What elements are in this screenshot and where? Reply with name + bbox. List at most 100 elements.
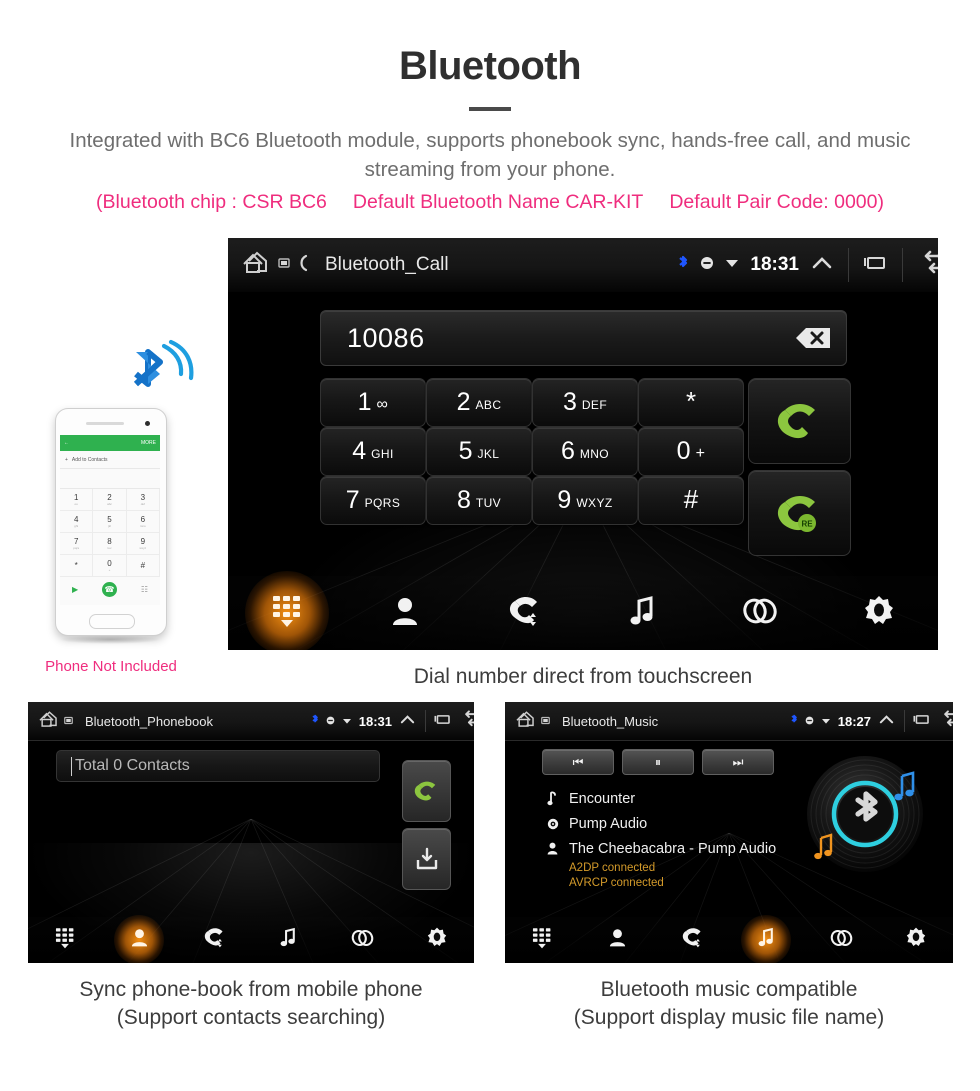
key-8[interactable]: 8 TUV <box>426 476 532 525</box>
phone-key: 7 pqrs <box>60 533 94 555</box>
recents-icon[interactable] <box>433 713 452 730</box>
contact-icon <box>608 927 627 953</box>
track-note-icon <box>547 791 569 806</box>
call-log-icon <box>202 927 226 953</box>
number-input-value[interactable]: 10086 <box>347 323 425 354</box>
nav-call-log[interactable] <box>654 917 729 963</box>
nav-music[interactable] <box>251 917 325 963</box>
call-button[interactable] <box>748 378 851 464</box>
nav-link[interactable] <box>701 576 819 650</box>
music-caption: Bluetooth music compatible (Support disp… <box>498 976 960 1032</box>
key-hash[interactable]: # <box>638 476 744 525</box>
key-digit: 7 <box>345 486 360 514</box>
phonebook-statusbar: Bluetooth_Phonebook 18:31 <box>28 702 474 741</box>
redial-button[interactable]: RE <box>748 470 851 556</box>
nav-dialpad[interactable] <box>505 917 580 963</box>
key-digit: 3 <box>562 388 577 416</box>
home-icon[interactable] <box>514 710 536 733</box>
phonebook-statusbar-right: 18:31 <box>304 710 474 732</box>
mute-icon <box>805 713 814 729</box>
dialpad-icon <box>54 926 76 955</box>
key-3[interactable]: 3 DEF <box>532 378 638 427</box>
bluetooth-icon <box>311 713 319 730</box>
key-4[interactable]: 4 GHI <box>320 427 426 476</box>
music-note-icon <box>628 595 656 632</box>
bluetooth-call-screen[interactable]: Bluetooth_Call 18:31 10086 1 ∞ 2 ABC 3 D… <box>228 238 938 650</box>
nav-dialpad[interactable] <box>28 917 102 963</box>
backspace-icon[interactable] <box>782 324 832 352</box>
back-icon[interactable] <box>938 710 953 732</box>
nav-call-log[interactable] <box>465 576 583 650</box>
chevron-up-icon[interactable] <box>810 254 834 276</box>
phone-key: 5 jkl <box>93 511 127 533</box>
nav-call-log[interactable] <box>177 917 251 963</box>
nav-settings[interactable] <box>878 917 953 963</box>
pause-button[interactable]: ⏸ <box>622 749 694 775</box>
home-icon[interactable] <box>37 710 59 733</box>
phone-key-sub: + <box>108 568 111 572</box>
key-5[interactable]: 5 JKL <box>426 427 532 476</box>
nav-music[interactable] <box>583 576 701 650</box>
nav-contacts[interactable] <box>346 576 464 650</box>
nav-link[interactable] <box>804 917 879 963</box>
music-caption-line1: Bluetooth music compatible <box>600 978 858 1001</box>
recents-icon[interactable] <box>912 713 931 730</box>
intro-text: Integrated with BC6 Bluetooth module, su… <box>69 129 911 181</box>
track-artist: The Cheebacabra - Pump Audio <box>569 840 777 857</box>
bluetooth-phonebook-screen[interactable]: Bluetooth_Phonebook 18:31 Total 0 Contac… <box>28 702 474 963</box>
key-subtext: TUV <box>475 495 502 510</box>
chevron-up-icon[interactable] <box>399 713 416 730</box>
sdcard-icon <box>278 257 290 273</box>
back-icon[interactable] <box>459 710 474 732</box>
call-navbar[interactable] <box>228 576 938 650</box>
bluetooth-music-screen[interactable]: Bluetooth_Music 18:27 ⏮ ⏸ ⏭ Encounter Pu… <box>505 702 953 963</box>
text-caret <box>71 756 72 776</box>
key-subtext: GHI <box>371 446 394 461</box>
download-contacts-button[interactable] <box>402 828 451 890</box>
key-9[interactable]: 9 WXYZ <box>532 476 638 525</box>
home-icon[interactable] <box>240 250 270 280</box>
nav-dialpad[interactable] <box>228 576 346 650</box>
statusbar-divider <box>848 248 849 282</box>
key-2[interactable]: 2 ABC <box>426 378 532 427</box>
nav-settings[interactable] <box>820 576 938 650</box>
mute-icon <box>326 713 335 729</box>
key-0[interactable]: 0 + <box>638 427 744 476</box>
pause-icon: ⏸ <box>654 754 661 769</box>
key-star[interactable]: * <box>638 378 744 427</box>
phone-key: * <box>60 555 94 577</box>
recents-icon[interactable] <box>862 254 888 276</box>
key-subtext: ABC <box>475 397 502 412</box>
phone-keypad-toggle-icon: ☷ <box>140 584 149 594</box>
chevron-up-icon[interactable] <box>878 713 895 730</box>
key-6[interactable]: 6 MNO <box>532 427 638 476</box>
phonebook-navbar[interactable] <box>28 917 474 963</box>
key-subtext: PQRS <box>364 495 401 510</box>
contacts-search-input[interactable]: Total 0 Contacts <box>56 750 380 782</box>
phonebook-call-button[interactable] <box>402 760 451 822</box>
phone-key-sub: jkl <box>108 524 111 528</box>
nav-link[interactable] <box>325 917 399 963</box>
music-navbar[interactable] <box>505 917 953 963</box>
phone-key-digit: 3 <box>140 493 146 502</box>
key-7[interactable]: 7 PQRS <box>320 476 426 525</box>
nav-contacts[interactable] <box>102 917 176 963</box>
phone-key: 8 tuv <box>93 533 127 555</box>
music-transport-controls[interactable]: ⏮ ⏸ ⏭ <box>542 749 774 775</box>
key-subtext: + <box>695 444 706 462</box>
number-input-field[interactable]: 10086 <box>320 310 847 366</box>
next-track-button[interactable]: ⏭ <box>702 749 774 775</box>
avrcp-status: AVRCP connected <box>569 877 664 889</box>
phone-key: 1 oo <box>60 489 94 511</box>
back-icon[interactable] <box>916 250 938 280</box>
nav-contacts[interactable] <box>580 917 655 963</box>
phone-more-label: MORE <box>141 440 156 446</box>
nav-settings[interactable] <box>400 917 474 963</box>
phone-key: 2 abc <box>93 489 127 511</box>
phone-key-digit: # <box>140 561 146 570</box>
statusbar-divider <box>425 710 426 732</box>
statusbar-divider-2 <box>902 248 903 282</box>
nav-music[interactable] <box>729 917 804 963</box>
previous-track-button[interactable]: ⏮ <box>542 749 614 775</box>
key-1[interactable]: 1 ∞ <box>320 378 426 427</box>
